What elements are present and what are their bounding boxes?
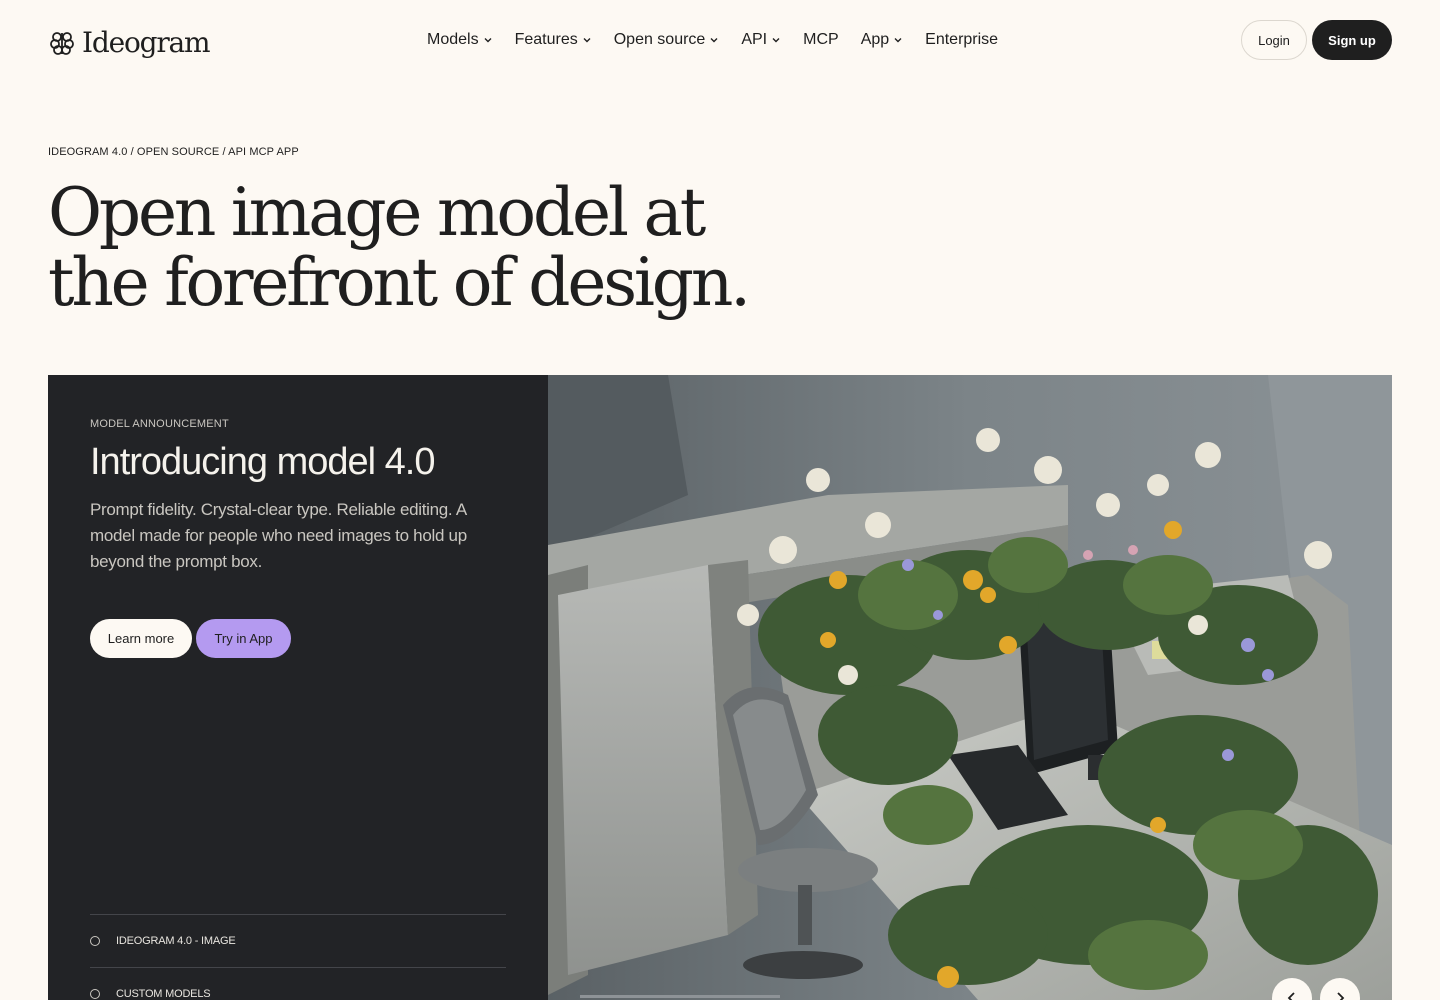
chevron-right-icon [1337, 992, 1345, 1000]
main-nav: Models Features Open source API MCP App … [427, 31, 998, 49]
list-item-label: CUSTOM MODELS [116, 988, 211, 1000]
nav-item-label: Models [427, 31, 479, 48]
nav-item-label: MCP [803, 31, 839, 48]
nav-item-label: Enterprise [925, 31, 999, 48]
nav-item-api[interactable]: API [741, 31, 781, 49]
list-divider [90, 914, 506, 915]
announcement-eyebrow: MODEL ANNOUNCEMENT [90, 418, 229, 430]
list-item-ideogram-4-image[interactable]: IDEOGRAM 4.0 - IMAGE [90, 931, 506, 951]
announcement-panel: MODEL ANNOUNCEMENT Introducing model 4.0… [48, 375, 548, 1000]
nav-item-mcp[interactable]: MCP [803, 31, 839, 49]
nav-item-open-source[interactable]: Open source [614, 31, 720, 49]
nav-item-label: API [741, 31, 768, 48]
brain-logo-icon [50, 32, 74, 55]
list-item-custom-models[interactable]: CUSTOM MODELS [90, 984, 506, 1000]
hero-image [548, 375, 1392, 1000]
signup-button[interactable]: Sign up [1312, 20, 1392, 60]
nav-item-features[interactable]: Features [515, 31, 592, 49]
breadcrumb: IDEOGRAM 4.0 / OPEN SOURCE / API MCP APP [48, 146, 299, 158]
announcement-description: Prompt fidelity. Crystal-clear type. Rel… [90, 500, 467, 571]
brand-name: Ideogram [82, 26, 211, 59]
carousel-progress [580, 995, 780, 998]
chevron-left-icon [1287, 992, 1295, 1000]
nav-item-app[interactable]: App [861, 31, 903, 49]
nav-item-label: Features [514, 31, 578, 48]
chevron-down-icon [710, 38, 718, 43]
list-divider [90, 967, 506, 968]
learn-more-button[interactable]: Learn more [90, 619, 192, 658]
radio-icon [90, 936, 100, 946]
nav-item-label: Open source [613, 31, 706, 48]
login-button[interactable]: Login [1241, 20, 1307, 60]
announcement-title: Introducing model 4.0 [90, 441, 435, 483]
chevron-down-icon [772, 38, 780, 43]
nav-item-models[interactable]: Models [427, 31, 493, 49]
brand-logo[interactable]: Ideogram [48, 26, 211, 59]
chevron-down-icon [894, 38, 902, 43]
headline-line-2: the forefront of design. [48, 244, 751, 321]
chevron-down-icon [583, 38, 591, 43]
model-announcement-card: MODEL ANNOUNCEMENT Introducing model 4.0… [48, 375, 1392, 1000]
page-title: Open image model at the forefront of des… [48, 178, 808, 318]
chevron-down-icon [484, 38, 492, 43]
list-item-label: IDEOGRAM 4.0 - IMAGE [116, 935, 236, 947]
site-header: Ideogram Models Features Open source API… [0, 0, 1440, 84]
nav-item-label: App [860, 31, 890, 48]
headline-line-1: Open image model at [48, 174, 706, 251]
office-cubicle-overgrown-with-wildflowers-image [548, 375, 1392, 1000]
nav-item-enterprise[interactable]: Enterprise [925, 31, 998, 49]
radio-icon [90, 989, 100, 999]
try-in-app-button[interactable]: Try in App [196, 619, 291, 658]
